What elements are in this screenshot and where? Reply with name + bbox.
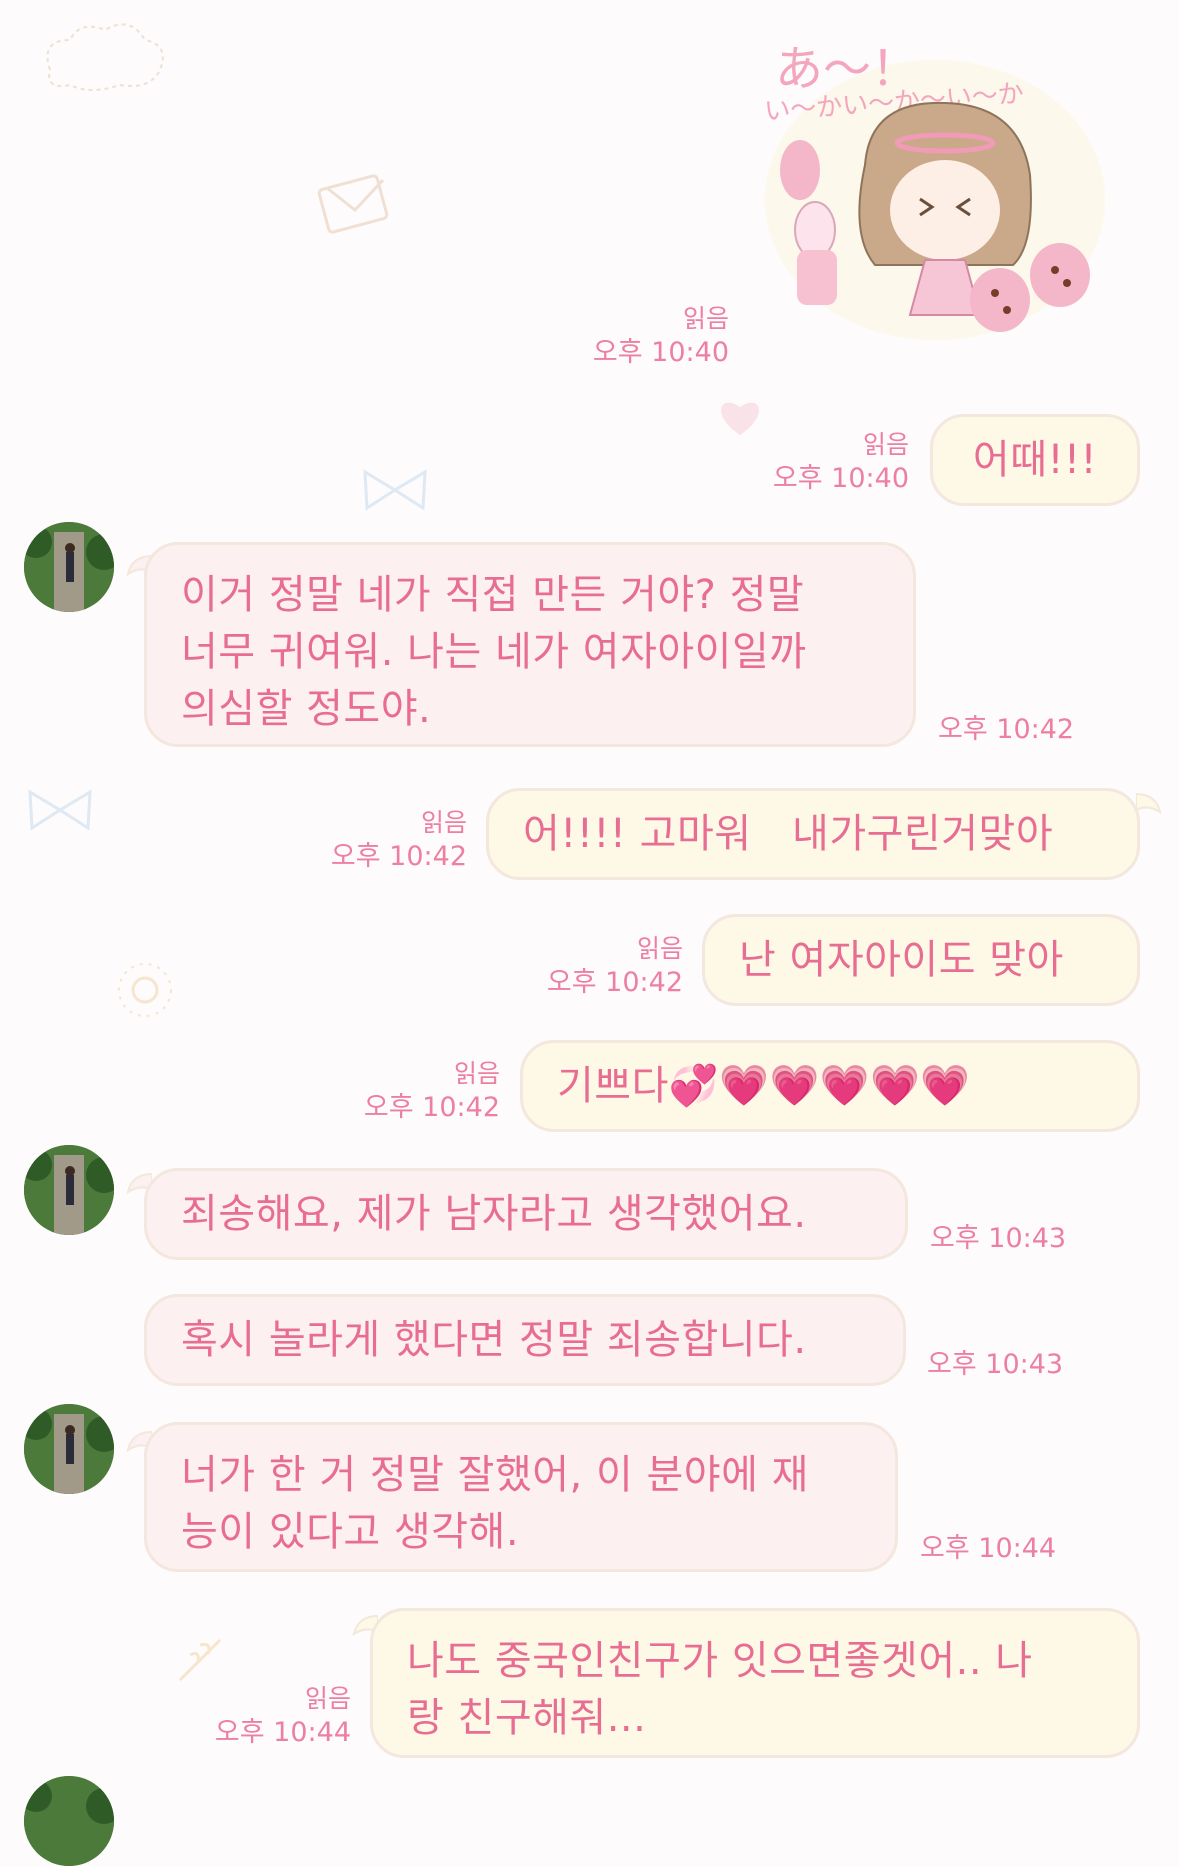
message-line: 랑 친구해줘... <box>407 1695 647 1741</box>
message-bubble-outgoing[interactable]: 나도 중국인친구가 잇으면좋겟어.. 나 랑 친구해줘... <box>370 1608 1140 1758</box>
message-meta: 읽음 오후 10:42 <box>331 806 467 874</box>
read-status: 읽음 <box>636 934 683 963</box>
message-line: 너무 귀여워. 나는 네가 여자아이일까 <box>181 629 807 675</box>
timestamp: 오후 10:40 <box>592 337 729 368</box>
avatar-forest-image <box>24 1404 114 1494</box>
message-meta: 오후 10:42 <box>938 713 1074 747</box>
message-meta: 읽음 오후 10:42 <box>547 932 683 1000</box>
message-meta: 읽음 오후 10:44 <box>215 1682 351 1750</box>
timestamp: 오후 10:43 <box>930 1223 1067 1254</box>
timestamp: 오후 10:42 <box>938 714 1075 745</box>
avatar-forest-image <box>24 522 114 612</box>
message-bubble-incoming[interactable]: 혹시 놀라게 했다면 정말 죄송합니다. <box>144 1294 906 1386</box>
read-status: 읽음 <box>420 808 467 837</box>
cloud-sheep-decoration <box>46 23 164 91</box>
message-meta: 오후 10:43 <box>927 1348 1063 1382</box>
message-bubble-outgoing[interactable]: 난 여자아이도 맞아 <box>702 914 1140 1006</box>
bow-decoration <box>28 789 92 831</box>
timestamp: 오후 10:44 <box>920 1533 1057 1564</box>
message-text: 난 여자아이도 맞아 <box>739 936 1064 983</box>
message-text: 혹시 놀라게 했다면 정말 죄송합니다. <box>181 1316 807 1363</box>
message-meta: 읽음 오후 10:40 <box>773 428 909 496</box>
contact-avatar[interactable] <box>24 522 114 612</box>
avatar-forest-image <box>24 1145 114 1235</box>
message-line: 너가 한 거 정말 잘했어, 이 분야에 재 <box>181 1452 809 1498</box>
read-status: 읽음 <box>862 430 909 459</box>
message-bubble-outgoing[interactable]: 어!!!! 고마워 내가구린거맞아 <box>486 788 1140 880</box>
envelope-decoration <box>317 174 389 234</box>
heart-decoration <box>721 402 759 435</box>
message-line: 의심할 정도야. <box>181 686 432 732</box>
timestamp: 오후 10:43 <box>927 1349 1064 1380</box>
bow-decoration <box>363 469 427 511</box>
message-meta: 오후 10:44 <box>920 1532 1056 1566</box>
message-meta: 읽음 오후 10:42 <box>364 1057 500 1125</box>
timestamp: 오후 10:42 <box>363 1092 500 1123</box>
timestamp: 오후 10:44 <box>214 1717 351 1748</box>
sticker-girl-image[interactable]: あ〜！ い〜かい〜か〜い〜か <box>755 25 1110 345</box>
message-line: 능이 있다고 생각해. <box>181 1509 520 1555</box>
read-status: 읽음 <box>453 1059 500 1088</box>
message-text: 어때!!! <box>972 436 1098 483</box>
message-meta: 오후 10:43 <box>930 1222 1066 1256</box>
contact-avatar[interactable] <box>24 1145 114 1235</box>
message-bubble-outgoing[interactable]: 기쁘다💞💗💗💗💗💗 <box>520 1040 1140 1132</box>
message-meta: 읽음 오후 10:40 <box>593 302 729 370</box>
flower-decoration <box>118 963 172 1017</box>
timestamp: 오후 10:42 <box>330 841 467 872</box>
message-bubble-outgoing[interactable]: 어때!!! <box>930 414 1140 506</box>
message-bubble-incoming[interactable]: 이거 정말 네가 직접 만든 거야? 정말 너무 귀여워. 나는 네가 여자아이… <box>144 542 916 747</box>
wheat-decoration <box>178 1638 222 1682</box>
message-bubble-incoming[interactable]: 죄송해요, 제가 남자라고 생각했어요. <box>144 1168 908 1260</box>
read-status: 읽음 <box>304 1684 351 1713</box>
avatar-forest-image <box>24 1776 114 1866</box>
contact-avatar[interactable] <box>24 1776 114 1866</box>
bubble-tail <box>1136 792 1162 814</box>
message-text: 죄송해요, 제가 남자라고 생각했어요. <box>181 1190 807 1237</box>
read-status: 읽음 <box>682 304 729 333</box>
message-text: 기쁘다💞💗💗💗💗💗 <box>557 1062 971 1109</box>
timestamp: 오후 10:42 <box>546 967 683 998</box>
contact-avatar[interactable] <box>24 1404 114 1494</box>
message-line: 나도 중국인친구가 잇으면좋겟어.. 나 <box>407 1638 1033 1684</box>
message-line: 이거 정말 네가 직접 만든 거야? 정말 <box>181 572 805 618</box>
timestamp: 오후 10:40 <box>772 463 909 494</box>
message-bubble-incoming[interactable]: 너가 한 거 정말 잘했어, 이 분야에 재 능이 있다고 생각해. <box>144 1422 898 1572</box>
message-text: 어!!!! 고마워 내가구린거맞아 <box>523 810 1054 857</box>
